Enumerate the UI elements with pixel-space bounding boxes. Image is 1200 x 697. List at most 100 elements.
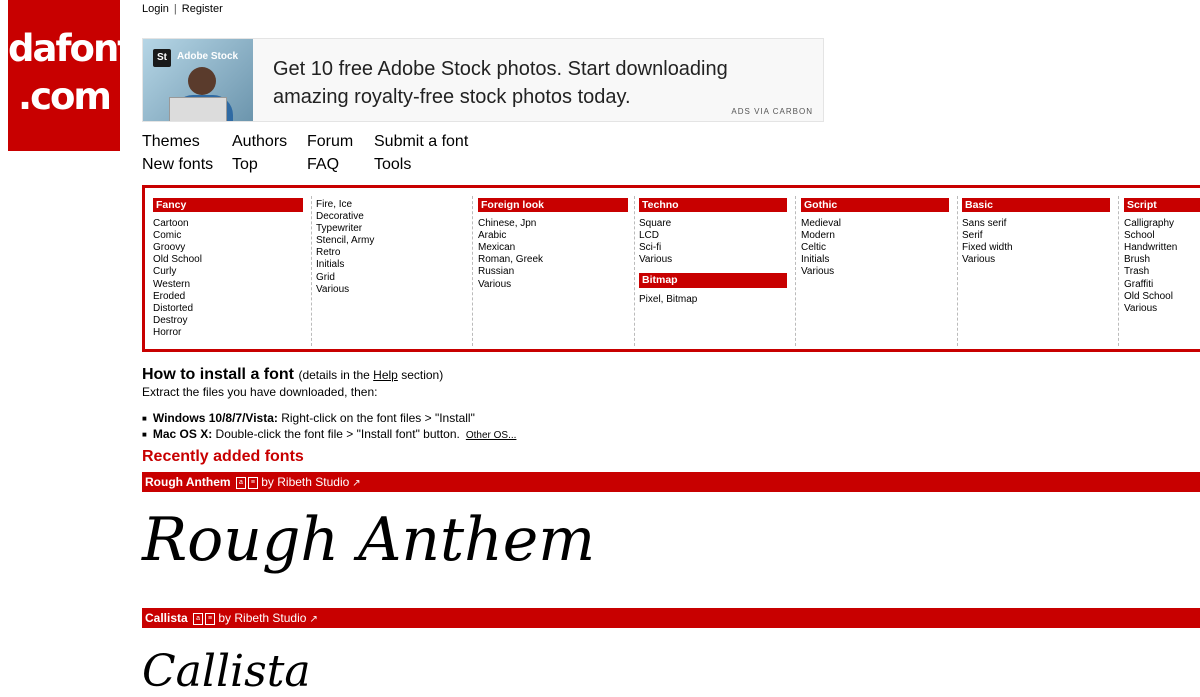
category-link[interactable]: Stencil, Army bbox=[316, 235, 466, 247]
category-link[interactable]: School bbox=[1124, 230, 1200, 242]
category-link[interactable]: Sans serif bbox=[962, 218, 1110, 230]
other-os-link[interactable]: Other OS... bbox=[466, 430, 517, 441]
category-link[interactable]: Brush bbox=[1124, 254, 1200, 266]
category-link[interactable]: Handwritten bbox=[1124, 242, 1200, 254]
site-logo[interactable]: dafont .com bbox=[8, 0, 135, 151]
category-header-script[interactable]: Script bbox=[1124, 198, 1200, 213]
category-link[interactable]: Curly bbox=[153, 266, 303, 278]
category-link[interactable]: Various bbox=[478, 279, 628, 291]
nav-forum[interactable]: Forum bbox=[307, 133, 353, 151]
install-title: How to install a font bbox=[142, 366, 294, 383]
external-link-icon[interactable]: ↗ bbox=[352, 478, 360, 489]
category-link[interactable]: Medieval bbox=[801, 218, 949, 230]
category-link[interactable]: Sci-fi bbox=[639, 242, 787, 254]
category-link[interactable]: Groovy bbox=[153, 242, 303, 254]
column-divider bbox=[472, 196, 473, 346]
category-link[interactable]: Fixed width bbox=[962, 242, 1110, 254]
ad-text[interactable]: Get 10 free Adobe Stock photos. Start do… bbox=[273, 55, 793, 111]
category-link[interactable]: Various bbox=[1124, 303, 1200, 315]
category-header-gothic[interactable]: Gothic bbox=[801, 198, 949, 213]
font-header-callista: Callista a ≡ by Ribeth Studio ↗ bbox=[142, 608, 1200, 628]
category-link[interactable]: Serif bbox=[962, 230, 1110, 242]
font-details-icon[interactable]: ≡ bbox=[247, 476, 258, 489]
category-link[interactable]: Horror bbox=[153, 327, 303, 339]
mac-step: Mac OS X: Double-click the font file > "… bbox=[142, 427, 517, 443]
category-link[interactable]: Calligraphy bbox=[1124, 218, 1200, 230]
category-header-foreign-look[interactable]: Foreign look bbox=[478, 198, 628, 213]
nav-top[interactable]: Top bbox=[232, 156, 258, 174]
font-name-link[interactable]: Rough Anthem bbox=[145, 475, 231, 489]
login-link[interactable]: Login bbox=[142, 3, 169, 15]
font-name-link[interactable]: Callista bbox=[145, 611, 188, 625]
category-link[interactable]: Mexican bbox=[478, 242, 628, 254]
windows-step: Windows 10/8/7/Vista: Right-click on the… bbox=[142, 411, 516, 427]
external-link-icon[interactable]: ↗ bbox=[309, 614, 317, 625]
category-link[interactable]: Cartoon bbox=[153, 218, 303, 230]
category-link[interactable]: Russian bbox=[478, 266, 628, 278]
category-link[interactable]: Chinese, Jpn bbox=[478, 218, 628, 230]
category-link[interactable]: Grid bbox=[316, 272, 466, 284]
category-link[interactable]: Trash bbox=[1124, 266, 1200, 278]
category-link[interactable]: Graffiti bbox=[1124, 279, 1200, 291]
ad-banner[interactable]: St Adobe Stock Get 10 free Adobe Stock p… bbox=[142, 38, 824, 122]
author-link[interactable]: by Ribeth Studio bbox=[261, 475, 349, 489]
nav-new-fonts[interactable]: New fonts bbox=[142, 156, 213, 174]
category-link[interactable]: Fire, Ice bbox=[316, 199, 466, 211]
category-fancy: Fancy Cartoon Comic Groovy Old School Cu… bbox=[153, 198, 303, 339]
font-details-icon[interactable]: ≡ bbox=[205, 612, 216, 625]
details-post: section) bbox=[397, 368, 444, 382]
author-link[interactable]: by Ribeth Studio bbox=[218, 611, 306, 625]
help-link[interactable]: Help bbox=[373, 368, 398, 382]
category-header-bitmap[interactable]: Bitmap bbox=[639, 273, 787, 288]
category-link[interactable]: Comic bbox=[153, 230, 303, 242]
register-link[interactable]: Register bbox=[182, 3, 223, 15]
category-link[interactable]: Various bbox=[801, 266, 949, 278]
laptop-icon bbox=[169, 97, 227, 121]
category-link[interactable]: Old School bbox=[1124, 291, 1200, 303]
install-steps: Windows 10/8/7/Vista: Right-click on the… bbox=[142, 411, 517, 443]
category-link[interactable]: Arabic bbox=[478, 230, 628, 242]
category-header-fancy[interactable]: Fancy bbox=[153, 198, 303, 213]
category-header-basic[interactable]: Basic bbox=[962, 198, 1110, 213]
category-link[interactable]: Various bbox=[962, 254, 1110, 266]
details-pre: (details in the bbox=[298, 368, 374, 382]
font-preview-icon[interactable]: a bbox=[193, 612, 204, 625]
category-link[interactable]: Distorted bbox=[153, 303, 303, 315]
category-link[interactable]: Retro bbox=[316, 247, 466, 259]
mac-text: Double-click the font file > "Install fo… bbox=[212, 427, 460, 441]
category-link[interactable]: Roman, Greek bbox=[478, 254, 628, 266]
font-preview-rough-anthem[interactable]: Rough Anthem bbox=[142, 505, 595, 575]
nav-faq[interactable]: FAQ bbox=[307, 156, 339, 174]
windows-label: Windows 10/8/7/Vista: bbox=[152, 411, 278, 425]
category-header-techno[interactable]: Techno bbox=[639, 198, 787, 213]
category-basic: Basic Sans serif Serif Fixed width Vario… bbox=[962, 198, 1110, 266]
category-menu: Fancy Cartoon Comic Groovy Old School Cu… bbox=[142, 185, 1200, 352]
category-link[interactable]: Various bbox=[639, 254, 787, 266]
logo-line-1: dafont bbox=[8, 27, 135, 70]
category-link[interactable]: Destroy bbox=[153, 315, 303, 327]
category-link[interactable]: Square bbox=[639, 218, 787, 230]
category-link[interactable]: LCD bbox=[639, 230, 787, 242]
category-link[interactable]: Various bbox=[316, 284, 466, 296]
category-link[interactable]: Decorative bbox=[316, 211, 466, 223]
font-preview-icon[interactable]: a bbox=[235, 476, 246, 489]
category-link[interactable]: Celtic bbox=[801, 242, 949, 254]
ad-brand: Adobe Stock bbox=[177, 51, 239, 62]
column-divider bbox=[957, 196, 958, 346]
ads-via-carbon[interactable]: ADS VIA CARBON bbox=[731, 107, 813, 116]
nav-submit-font[interactable]: Submit a font bbox=[374, 133, 468, 151]
category-link[interactable]: Initials bbox=[316, 259, 466, 271]
category-link[interactable]: Old School bbox=[153, 254, 303, 266]
category-link[interactable]: Initials bbox=[801, 254, 949, 266]
category-link[interactable]: Pixel, Bitmap bbox=[639, 294, 787, 306]
nav-tools[interactable]: Tools bbox=[374, 156, 411, 174]
category-link[interactable]: Western bbox=[153, 279, 303, 291]
category-link[interactable]: Eroded bbox=[153, 291, 303, 303]
category-link[interactable]: Modern bbox=[801, 230, 949, 242]
category-link[interactable]: Typewriter bbox=[316, 223, 466, 235]
separator: | bbox=[173, 3, 177, 15]
nav-themes[interactable]: Themes bbox=[142, 133, 200, 151]
ad-image[interactable]: St Adobe Stock bbox=[143, 39, 253, 121]
font-preview-callista[interactable]: Callista bbox=[142, 646, 311, 697]
nav-authors[interactable]: Authors bbox=[232, 133, 287, 151]
